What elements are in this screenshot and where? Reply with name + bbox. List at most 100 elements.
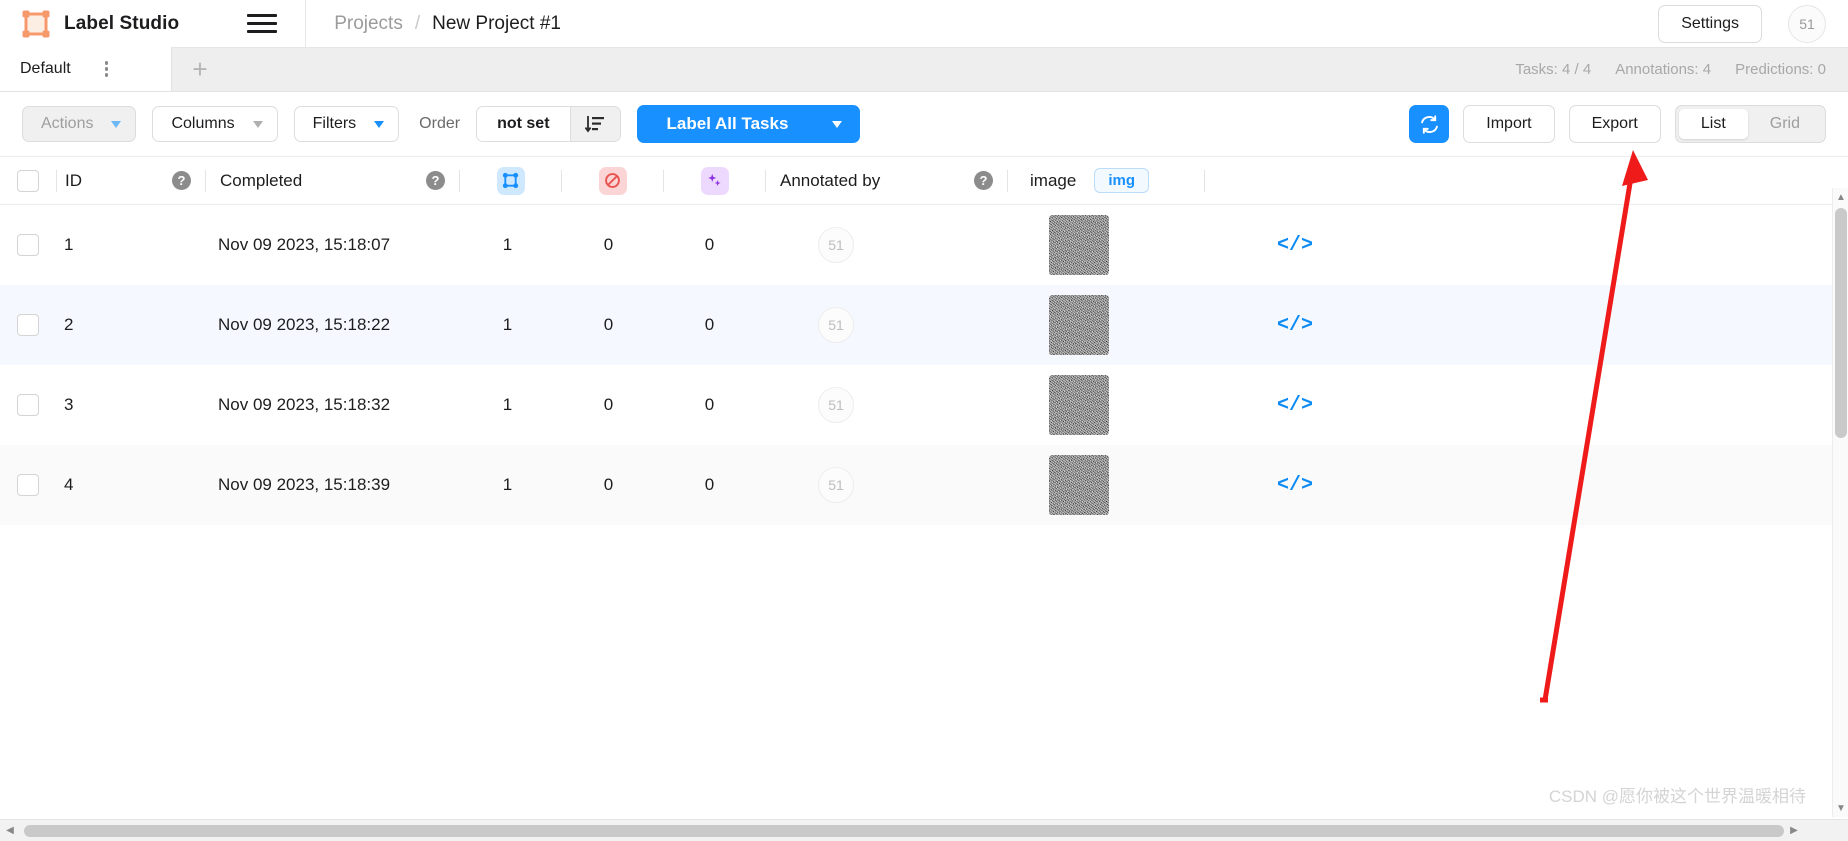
- image-thumbnail[interactable]: [1049, 215, 1109, 275]
- column-header-annotations[interactable]: [460, 157, 561, 204]
- breadcrumb-projects-link[interactable]: Projects: [334, 13, 403, 35]
- column-header-annotated-by-label: Annotated by: [780, 170, 881, 190]
- annotator-avatar[interactable]: 51: [818, 227, 854, 263]
- columns-dropdown[interactable]: Columns: [152, 106, 278, 142]
- label-studio-logo-icon: [22, 10, 50, 38]
- column-header-completed-label: Completed: [220, 170, 303, 190]
- scroll-down-arrow-icon[interactable]: ▼: [1833, 799, 1848, 817]
- column-header-cancelled[interactable]: [562, 157, 663, 204]
- cancelled-annotations-icon: [598, 166, 627, 195]
- order-control: not set: [476, 106, 621, 142]
- annotator-avatar[interactable]: 51: [818, 387, 854, 423]
- cell-image: [1001, 365, 1197, 445]
- horizontal-scrollbar[interactable]: ◀ ▶: [0, 819, 1848, 841]
- row-checkbox-cell: [0, 445, 56, 525]
- label-all-tasks-button[interactable]: Label All Tasks: [636, 105, 861, 143]
- table-row[interactable]: 4 Nov 09 2023, 15:18:39 1 0 0 51 </>: [0, 445, 1848, 525]
- scroll-up-arrow-icon[interactable]: ▲: [1833, 188, 1848, 206]
- breadcrumb-current-project: New Project #1: [432, 12, 561, 34]
- cell-annotations: 1: [502, 475, 513, 494]
- column-header-completed[interactable]: Completed ?: [206, 157, 459, 204]
- table-row[interactable]: 3 Nov 09 2023, 15:18:32 1 0 0 51 </>: [0, 365, 1848, 445]
- image-type-badge: img: [1094, 168, 1149, 193]
- brand-title: Label Studio: [64, 12, 180, 34]
- cell-code[interactable]: </>: [1197, 285, 1393, 365]
- user-avatar[interactable]: 51: [1788, 4, 1826, 43]
- code-view-icon[interactable]: </>: [1277, 394, 1313, 417]
- cell-annotated-by: 51: [760, 285, 1001, 365]
- code-view-icon[interactable]: </>: [1277, 234, 1313, 257]
- toolbar-right-actions: Import Export List Grid: [1409, 105, 1826, 143]
- code-view-icon[interactable]: </>: [1277, 474, 1313, 497]
- hamburger-menu-icon[interactable]: [247, 11, 278, 37]
- column-header-code: [1205, 157, 1401, 204]
- tab-default[interactable]: Default: [0, 47, 172, 91]
- filters-label: Filters: [312, 115, 357, 132]
- sort-descending-icon[interactable]: [569, 107, 620, 141]
- scroll-left-arrow-icon[interactable]: ◀: [0, 825, 20, 836]
- tab-kebab-menu-icon[interactable]: [103, 59, 111, 79]
- breadcrumb-separator: /: [414, 12, 421, 34]
- image-thumbnail[interactable]: [1049, 295, 1109, 355]
- cell-predictions: 0: [704, 395, 715, 414]
- cell-cancelled: 0: [603, 315, 614, 334]
- cell-code[interactable]: </>: [1197, 445, 1393, 525]
- help-question-icon[interactable]: ?: [426, 171, 445, 190]
- column-header-id[interactable]: ID ?: [57, 157, 205, 204]
- vertical-scrollbar[interactable]: ▲ ▼: [1832, 188, 1848, 817]
- order-value[interactable]: not set: [477, 107, 570, 141]
- table-row[interactable]: 2 Nov 09 2023, 15:18:22 1 0 0 51 </>: [0, 285, 1848, 365]
- filters-dropdown[interactable]: Filters: [293, 106, 400, 142]
- cell-id: 3: [64, 395, 74, 414]
- cell-id: 1: [64, 235, 74, 254]
- stat-tasks: Tasks: 4 / 4: [1515, 60, 1592, 78]
- cell-predictions: 0: [704, 315, 715, 334]
- stat-annotations: Annotations: 4: [1615, 60, 1712, 78]
- select-all-checkbox[interactable]: [17, 169, 39, 192]
- refresh-icon[interactable]: [1409, 105, 1450, 143]
- help-question-icon[interactable]: ?: [172, 171, 191, 190]
- code-view-icon[interactable]: </>: [1277, 314, 1313, 337]
- help-question-icon[interactable]: ?: [974, 171, 993, 190]
- annotator-avatar[interactable]: 51: [818, 307, 854, 343]
- add-tab-button[interactable]: +: [172, 47, 228, 91]
- column-header-image-label: image: [1030, 170, 1077, 190]
- cell-annotations: 1: [502, 395, 513, 414]
- horizontal-scrollbar-thumb[interactable]: [24, 824, 1784, 837]
- row-checkbox[interactable]: [17, 234, 39, 256]
- column-header-image[interactable]: image img: [1008, 157, 1204, 204]
- scroll-right-arrow-icon[interactable]: ▶: [1784, 825, 1804, 836]
- row-checkbox[interactable]: [17, 394, 39, 416]
- cell-completed: Nov 09 2023, 15:18:32: [218, 395, 391, 414]
- column-header-predictions[interactable]: [664, 157, 765, 204]
- view-mode-grid[interactable]: Grid: [1748, 109, 1822, 139]
- vertical-scrollbar-thumb[interactable]: [1835, 208, 1847, 438]
- export-button[interactable]: Export: [1568, 105, 1661, 143]
- cell-completed: Nov 09 2023, 15:18:07: [218, 235, 391, 254]
- chevron-down-icon: [111, 120, 122, 128]
- cell-code[interactable]: </>: [1197, 365, 1393, 445]
- settings-button[interactable]: Settings: [1658, 4, 1762, 43]
- cell-annotations: 1: [502, 235, 513, 254]
- view-mode-list[interactable]: List: [1678, 109, 1748, 139]
- table-header-row: ID ? Completed ? Annotated by ? image im…: [0, 157, 1848, 205]
- cell-id: 2: [64, 315, 74, 334]
- row-checkbox[interactable]: [17, 474, 39, 496]
- cell-cancelled: 0: [603, 235, 614, 254]
- cell-code[interactable]: </>: [1197, 205, 1393, 285]
- actions-dropdown[interactable]: Actions: [22, 106, 137, 142]
- cell-image: [1001, 205, 1197, 285]
- order-label: Order: [419, 115, 461, 132]
- header-right-actions: Settings 51: [1658, 4, 1848, 43]
- app-header: Label Studio Projects / New Project #1 S…: [0, 0, 1848, 48]
- cell-annotated-by: 51: [760, 205, 1001, 285]
- image-thumbnail[interactable]: [1049, 455, 1109, 515]
- column-header-annotated-by[interactable]: Annotated by ?: [766, 157, 1007, 204]
- chevron-down-icon: [374, 120, 385, 128]
- tasks-table: ID ? Completed ? Annotated by ? image im…: [0, 156, 1848, 525]
- table-row[interactable]: 1 Nov 09 2023, 15:18:07 1 0 0 51 </>: [0, 205, 1848, 285]
- annotator-avatar[interactable]: 51: [818, 467, 854, 503]
- import-button[interactable]: Import: [1463, 105, 1555, 143]
- row-checkbox[interactable]: [17, 314, 39, 336]
- image-thumbnail[interactable]: [1049, 375, 1109, 435]
